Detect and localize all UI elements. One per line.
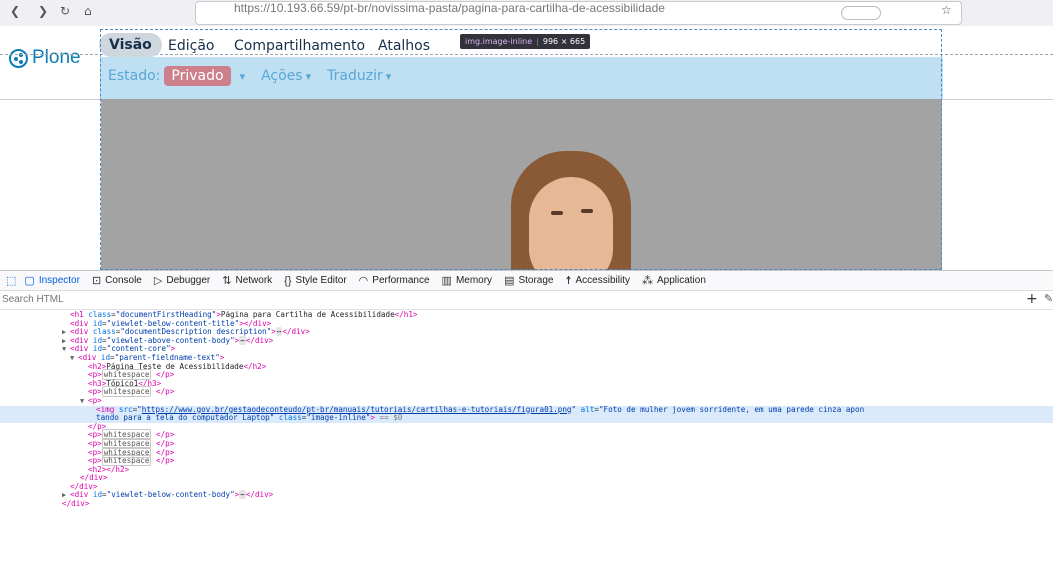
tab-label: Application xyxy=(656,275,706,286)
chevron-down-icon[interactable]: ▾ xyxy=(386,70,392,83)
tab-label: Network xyxy=(235,275,273,286)
markup-line[interactable]: <p> whitespace </p> xyxy=(0,455,1053,467)
tab-label: Accessibility xyxy=(575,275,630,286)
status-label: Estado: xyxy=(108,68,161,84)
reload-icon[interactable]: ↻ xyxy=(60,4,70,18)
tab-application[interactable]: ⁂ Application xyxy=(642,274,706,287)
url-bar[interactable]: https://10.193.66.59/pt-br/novissima-pas… xyxy=(195,1,962,25)
tab-label: Debugger xyxy=(166,275,211,286)
debugger-icon: ▷ xyxy=(153,275,163,287)
tooltip-size: 996 × 665 xyxy=(542,37,586,46)
add-node-icon[interactable]: + xyxy=(1026,291,1038,307)
tab-accessibility[interactable]: ☨ Accessibility xyxy=(566,274,630,287)
tab-network[interactable]: ⇅ Network xyxy=(222,274,272,287)
markup-line[interactable]: </div> xyxy=(0,473,1053,483)
tab-performance[interactable]: ◠ Performance xyxy=(359,274,430,287)
tab-label: Performance xyxy=(372,275,430,286)
markup-line[interactable]: ▶ <div id="viewlet-below-content-body">⋯<… xyxy=(0,490,1053,500)
plone-logo[interactable]: Plone xyxy=(9,47,81,69)
header-divider xyxy=(0,54,1053,55)
state-badge[interactable]: Privado xyxy=(164,66,231,86)
tab-label: Inspector xyxy=(38,275,80,286)
devtools-tabbar: ⬚ ▢ Inspector ⊡ Console ▷ Debugger ⇅ Network… xyxy=(0,271,1053,291)
collapse-arrow-icon[interactable]: ▼ xyxy=(70,354,78,363)
tab-inspector[interactable]: ▢ Inspector xyxy=(24,274,80,287)
tab-label: Console xyxy=(105,275,142,286)
collapse-arrow-icon[interactable]: ▼ xyxy=(80,397,88,406)
expand-arrow-icon[interactable]: ▶ xyxy=(62,337,70,346)
tab-edicao[interactable]: Edição xyxy=(168,38,214,54)
tab-label: Style Editor xyxy=(295,275,347,286)
tab-style-editor[interactable]: {} Style Editor xyxy=(284,275,347,287)
expand-arrow-icon[interactable]: ▶ xyxy=(62,328,70,337)
reader-view-pill[interactable] xyxy=(841,6,881,20)
plone-logo-text: Plone xyxy=(32,47,81,68)
woman-eye xyxy=(581,209,593,213)
tooltip-tag: img.image-inline xyxy=(465,37,533,46)
accessibility-icon: ☨ xyxy=(565,275,572,287)
storage-icon: ▤ xyxy=(504,275,515,287)
memory-icon: ▥ xyxy=(441,275,452,287)
inspector-icon: ▢ xyxy=(24,275,35,287)
application-icon: ⁂ xyxy=(641,275,653,287)
plone-status-row: Estado: Privado ▾ Ações ▾ Traduzir ▾ xyxy=(108,66,391,86)
url-text: https://10.193.66.59/pt-br/novissima-pas… xyxy=(234,1,665,15)
chevron-down-icon[interactable]: ▾ xyxy=(306,70,312,83)
element-picker-icon[interactable]: ⬚ xyxy=(6,274,16,287)
back-icon[interactable]: ❮ xyxy=(10,4,20,18)
home-icon[interactable]: ⌂ xyxy=(84,4,92,18)
plone-logo-icon xyxy=(9,48,28,68)
markup-tree: <h1 class="documentFirstHeading">Página … xyxy=(0,311,1053,577)
markup-line-selected[interactable]: tando para a tela do computador Laptop" … xyxy=(0,413,1053,423)
markup-line[interactable]: <p> whitespace </p> xyxy=(0,386,1053,398)
tab-memory[interactable]: ▥ Memory xyxy=(442,274,493,287)
tab-label: Memory xyxy=(455,275,493,286)
tab-atalhos[interactable]: Atalhos xyxy=(378,38,430,54)
search-row: + ✎ xyxy=(0,291,1053,310)
collapse-arrow-icon[interactable]: ▼ xyxy=(62,345,70,354)
woman-eye xyxy=(551,211,563,215)
devtools-panel: ⬚ ▢ Inspector ⊡ Console ▷ Debugger ⇅ Network… xyxy=(0,270,1053,577)
actions-menu[interactable]: Ações xyxy=(261,68,303,84)
eyedropper-icon[interactable]: ✎ xyxy=(1044,292,1053,305)
tab-compartilhamento[interactable]: Compartilhamento xyxy=(234,38,365,54)
network-icon: ⇅ xyxy=(222,275,232,287)
tab-visao[interactable]: Visão xyxy=(99,33,162,57)
performance-icon: ◠ xyxy=(358,275,369,287)
style-editor-icon: {} xyxy=(284,274,292,287)
tab-label: Storage xyxy=(518,275,554,286)
console-icon: ⊡ xyxy=(91,275,102,287)
search-html-input[interactable] xyxy=(0,292,982,307)
element-tooltip: img.image-inline | 996 × 665 xyxy=(460,34,591,49)
translate-menu[interactable]: Traduzir xyxy=(327,68,383,84)
tab-debugger[interactable]: ▷ Debugger xyxy=(154,274,210,287)
markup-line[interactable]: <h2></h2> xyxy=(0,465,1053,475)
tab-console[interactable]: ⊡ Console xyxy=(92,274,142,287)
chevron-down-icon[interactable]: ▾ xyxy=(240,70,246,83)
browser-toolbar: ❮ ❯ ↻ ⌂ https://10.193.66.59/pt-br/novis… xyxy=(0,0,1053,27)
forward-icon[interactable]: ❯ xyxy=(38,4,48,18)
woman-face xyxy=(529,177,613,271)
tab-storage[interactable]: ▤ Storage xyxy=(504,274,553,287)
content-image xyxy=(101,99,942,271)
markup-line[interactable]: </div> xyxy=(0,499,1053,509)
bookmark-icon[interactable]: ☆ xyxy=(941,3,952,17)
